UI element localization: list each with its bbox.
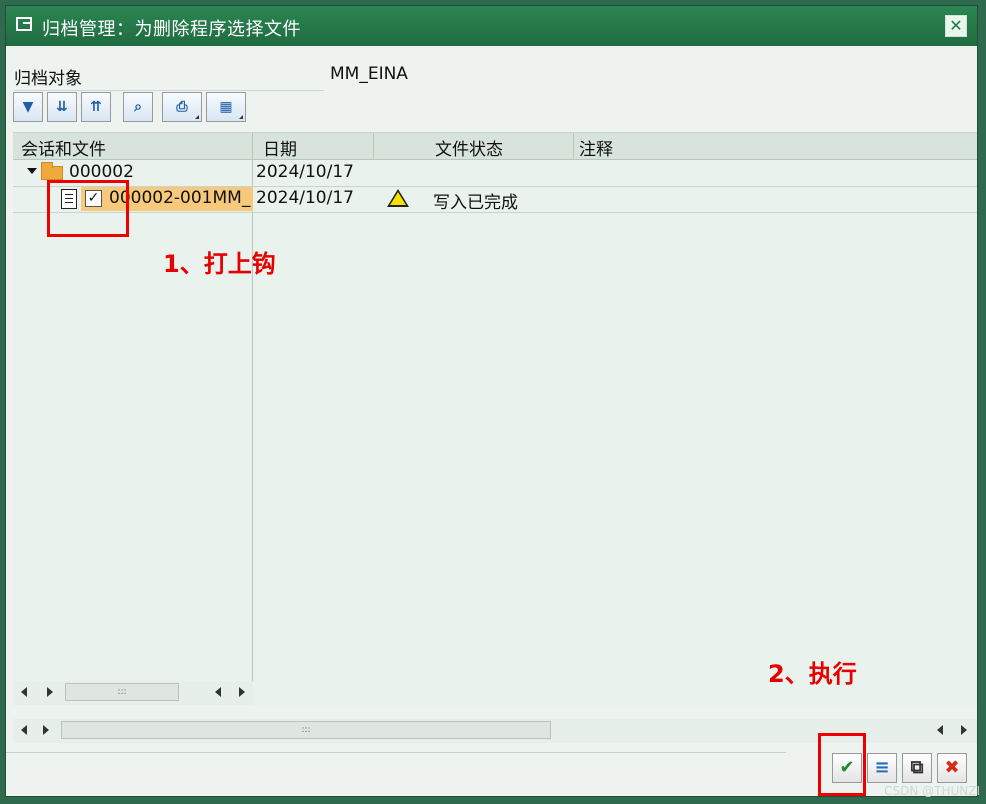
expand-arrow-icon[interactable] [27, 168, 37, 174]
scroll-right-icon[interactable] [961, 725, 967, 735]
collapse-icon: ⇈ [90, 99, 102, 115]
collapse-all-button[interactable]: ⇈ [81, 92, 111, 122]
footer-divider [6, 752, 786, 753]
tree-horizontal-scrollbar[interactable]: ::: [13, 681, 253, 705]
table-row[interactable]: 000002 2024/10/17 [13, 160, 977, 187]
scroll-right-icon[interactable] [239, 687, 245, 697]
scroll-right-icon[interactable] [43, 725, 49, 735]
filter-icon: ▼ [22, 99, 34, 115]
copy-button[interactable]: ⧉ [902, 753, 932, 783]
annotation-box-execute [818, 733, 866, 796]
header-session-files[interactable]: 会话和文件 [21, 135, 106, 160]
archive-object-value: MM_EINA [330, 64, 408, 84]
file-status: 写入已完成 [433, 193, 518, 213]
layout-button[interactable]: ▦ [206, 92, 246, 122]
hierarchy-button[interactable]: ≡ [867, 753, 897, 783]
header-file-status[interactable]: 文件状态 [435, 135, 503, 160]
cancel-button[interactable]: ✖ [937, 753, 967, 783]
binoculars-icon: ⌕ [134, 99, 142, 115]
header-note[interactable]: 注释 [579, 135, 613, 160]
expand-icon: ⇊ [56, 99, 68, 115]
find-button[interactable]: ⌕ [123, 92, 153, 122]
scroll-left-icon[interactable] [21, 725, 27, 735]
scroll-thumb[interactable]: ::: [65, 683, 179, 701]
printer-icon: ⎙ [176, 99, 188, 115]
file-label: 000002-001MM_EINA [109, 188, 252, 208]
archive-object-label: 归档对象 [14, 64, 324, 91]
row-date: 2024/10/17 [256, 162, 354, 182]
print-button[interactable]: ⎙ [162, 92, 202, 122]
row-date: 2024/10/17 [256, 188, 354, 208]
close-button[interactable]: ✕ [945, 15, 967, 37]
column-divider [573, 133, 574, 159]
title-bar: 归档管理：为删除程序选择文件 ✕ [6, 6, 977, 46]
file-tree-grid: 会话和文件 日期 文件状态 注释 000002 2024/10/17 ✓ 000… [13, 132, 977, 743]
watermark: CSDN @THUNZI [884, 784, 980, 798]
header-date[interactable]: 日期 [263, 135, 297, 160]
scroll-left-icon[interactable] [937, 725, 943, 735]
dialog-title: 归档管理：为删除程序选择文件 [42, 19, 301, 40]
grid-header: 会话和文件 日期 文件状态 注释 [13, 133, 977, 160]
tree-column-divider [252, 133, 253, 681]
scroll-right-icon[interactable] [47, 687, 53, 697]
scroll-thumb[interactable]: ::: [61, 721, 551, 739]
expand-all-button[interactable]: ⇊ [47, 92, 77, 122]
column-divider [373, 133, 374, 159]
cancel-icon: ✖ [944, 757, 960, 778]
annotation-box-checkbox [47, 180, 129, 237]
hierarchy-icon: ≡ [874, 757, 890, 778]
dialog-icon [16, 17, 32, 31]
filter-button[interactable]: ▼ [13, 92, 43, 122]
table-row[interactable]: ✓ 000002-001MM_EINA 2024/10/17 写入已完成 [13, 186, 977, 213]
scroll-left-icon[interactable] [215, 687, 221, 697]
annotation-step-1: 1、打上钩 [163, 250, 276, 278]
dropdown-indicator-icon [239, 115, 243, 119]
folder-open-icon [41, 162, 63, 180]
warning-icon [387, 189, 409, 207]
annotation-step-2: 2、执行 [768, 660, 857, 688]
session-label: 000002 [69, 162, 134, 182]
layout-grid-icon: ▦ [219, 99, 233, 115]
scroll-left-icon[interactable] [21, 687, 27, 697]
copy-icon: ⧉ [910, 757, 924, 778]
dropdown-indicator-icon [195, 115, 199, 119]
